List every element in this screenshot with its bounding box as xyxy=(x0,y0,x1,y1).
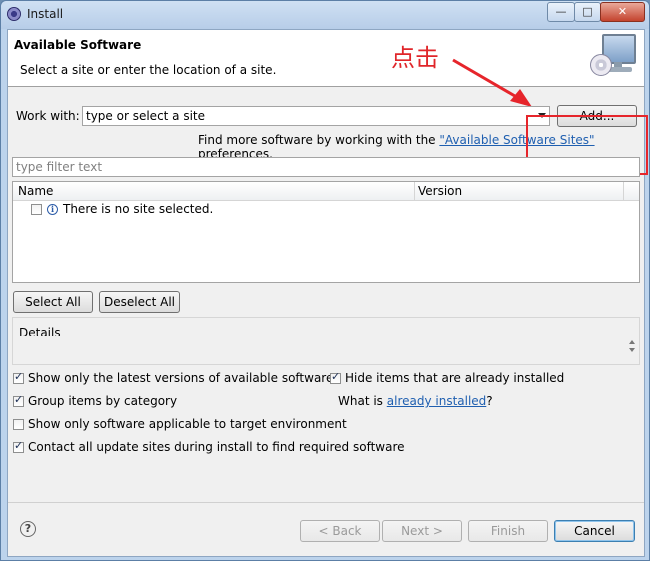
cancel-button[interactable]: Cancel xyxy=(554,520,635,542)
info-icon: i xyxy=(47,204,58,215)
finish-button[interactable]: Finish xyxy=(468,520,548,542)
deselect-all-button[interactable]: Deselect All xyxy=(99,291,180,313)
applicable-only-checkbox[interactable] xyxy=(13,419,24,430)
applicable-only-label: Show only software applicable to target … xyxy=(28,417,347,431)
wizard-header: Available Software Select a site or ente… xyxy=(8,30,644,87)
work-with-label: Work with: xyxy=(16,109,80,123)
scroll-up-icon[interactable] xyxy=(629,340,635,344)
row-name: There is no site selected. xyxy=(63,202,214,216)
row-checkbox[interactable] xyxy=(31,204,42,215)
dialog-client-area: Available Software Select a site or ente… xyxy=(7,29,648,557)
filter-input[interactable]: type filter text xyxy=(12,157,640,177)
find-more-prefix: Find more software by working with the xyxy=(198,133,440,147)
hide-installed-checkbox[interactable] xyxy=(330,370,341,384)
what-is-suffix: ? xyxy=(486,394,493,408)
group-by-category-label: Group items by category xyxy=(28,394,178,408)
page-title: Available Software xyxy=(14,38,142,52)
already-installed-link[interactable]: already installed xyxy=(387,394,487,408)
back-button[interactable]: < Back xyxy=(300,520,380,542)
software-table: Name Version i There is no site selected… xyxy=(12,181,640,283)
contact-all-sites-label: Contact all update sites during install … xyxy=(28,440,405,454)
details-group: Details xyxy=(12,317,640,365)
select-all-button[interactable]: Select All xyxy=(13,291,93,313)
hide-installed-label: Hide items that are already installed xyxy=(345,371,565,385)
help-icon[interactable]: ? xyxy=(20,521,36,537)
eclipse-icon xyxy=(7,7,21,21)
page-description: Select a site or enter the location of a… xyxy=(20,63,277,77)
what-is-prefix: What is xyxy=(338,394,387,408)
group-by-category-checkbox[interactable] xyxy=(13,393,24,407)
next-button[interactable]: Next > xyxy=(382,520,462,542)
window-title: Install xyxy=(27,7,64,21)
annotation-text: 点击 xyxy=(391,44,439,72)
details-text-area[interactable] xyxy=(13,336,639,364)
column-version[interactable]: Version xyxy=(418,184,462,198)
title-bar[interactable]: Install — □ ✕ xyxy=(1,1,649,29)
footer-separator xyxy=(8,502,644,503)
show-latest-label: Show only the latest versions of availab… xyxy=(28,371,334,385)
contact-all-sites-checkbox[interactable] xyxy=(13,439,24,453)
minimize-button[interactable]: — xyxy=(547,2,575,22)
work-with-value: type or select a site xyxy=(86,109,206,123)
table-header: Name Version xyxy=(13,182,639,201)
column-name[interactable]: Name xyxy=(18,184,53,198)
what-is-installed-text: What is already installed? xyxy=(338,394,493,408)
scroll-down-icon[interactable] xyxy=(629,348,635,352)
computer-cd-icon xyxy=(590,32,636,78)
show-latest-checkbox[interactable] xyxy=(13,370,24,384)
maximize-button[interactable]: □ xyxy=(574,2,601,22)
close-button[interactable]: ✕ xyxy=(600,2,645,22)
table-row[interactable]: i There is no site selected. xyxy=(13,201,639,219)
install-window: Install — □ ✕ Available Software Select … xyxy=(0,0,650,561)
work-with-combo[interactable]: type or select a site xyxy=(82,106,550,126)
filter-placeholder: type filter text xyxy=(16,160,103,174)
